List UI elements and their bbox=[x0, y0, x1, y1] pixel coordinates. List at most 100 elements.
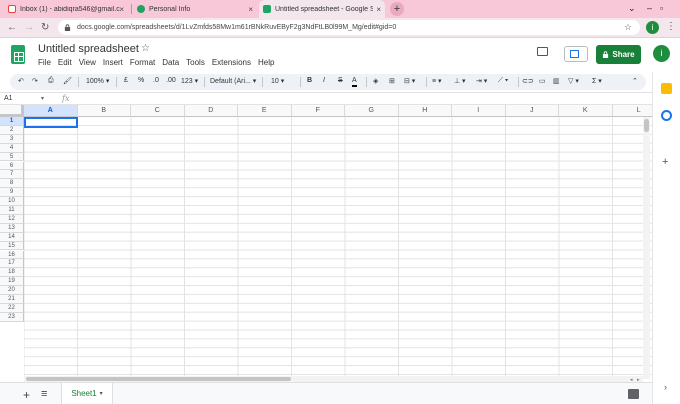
undo-icon[interactable]: ↶ bbox=[18, 77, 24, 85]
column-header[interactable]: E bbox=[238, 105, 292, 117]
menu-format[interactable]: Format bbox=[130, 58, 155, 67]
strikethrough-button[interactable]: S bbox=[338, 77, 343, 84]
maximize-icon[interactable]: ▫ bbox=[660, 3, 663, 13]
meet-present-button[interactable] bbox=[564, 46, 588, 62]
spreadsheet-grid[interactable]: ABCDEFGHIJKL 1 2 3 4 5 6 7 8 9 10 11 12 13 14 15 16 17 18… bbox=[0, 105, 652, 378]
cell-area[interactable] bbox=[24, 117, 652, 378]
selected-cell[interactable] bbox=[24, 117, 78, 128]
bold-button[interactable]: B bbox=[307, 77, 312, 84]
add-sheet-button[interactable]: + bbox=[23, 388, 30, 402]
column-header[interactable]: J bbox=[505, 105, 559, 117]
expand-panel-icon[interactable]: › bbox=[664, 382, 667, 392]
row-header[interactable]: 20 bbox=[0, 286, 24, 295]
decrease-decimal-button[interactable]: .0 bbox=[153, 77, 159, 84]
row-header[interactable]: 23 bbox=[0, 312, 24, 322]
row-header[interactable]: 5 bbox=[0, 152, 24, 162]
print-icon[interactable]: ⎙ bbox=[48, 77, 54, 85]
italic-button[interactable]: I bbox=[323, 77, 325, 84]
close-icon[interactable]: × bbox=[119, 5, 124, 14]
reload-icon[interactable]: ↻ bbox=[41, 22, 49, 33]
menu-file[interactable]: File bbox=[38, 58, 51, 67]
filter-icon[interactable]: ▽ ▾ bbox=[568, 77, 579, 85]
row-header[interactable]: 11 bbox=[0, 206, 24, 215]
tab-search-icon[interactable]: ⌄ bbox=[628, 3, 636, 14]
fill-color-icon[interactable]: ◈ bbox=[373, 77, 378, 85]
vertical-scrollbar[interactable] bbox=[643, 117, 650, 379]
browser-profile-avatar[interactable]: i bbox=[646, 21, 659, 34]
horizontal-align-icon[interactable]: ≡ ▾ bbox=[432, 77, 442, 85]
menu-tools[interactable]: Tools bbox=[186, 58, 205, 67]
browser-menu-icon[interactable]: ⋮ bbox=[666, 21, 676, 32]
column-header[interactable]: H bbox=[398, 105, 452, 117]
vertical-align-icon[interactable]: ⊥ ▾ bbox=[454, 77, 466, 85]
tasks-icon[interactable] bbox=[661, 110, 672, 121]
row-header[interactable]: 16 bbox=[0, 250, 24, 260]
url-bar[interactable]: docs.google.com/spreadsheets/d/1LvZmfds5… bbox=[58, 20, 640, 35]
browser-tab-gmail[interactable]: Inbox (1) - abidiqra546@gmail.c × bbox=[4, 0, 128, 18]
column-header[interactable]: B bbox=[77, 105, 131, 117]
row-header[interactable]: 15 bbox=[0, 241, 24, 251]
menu-extensions[interactable]: Extensions bbox=[212, 58, 251, 67]
insert-link-icon[interactable]: ⊂⊃ bbox=[522, 77, 534, 85]
percent-button[interactable]: % bbox=[138, 77, 144, 84]
back-icon[interactable]: ← bbox=[7, 22, 17, 33]
comments-icon[interactable] bbox=[537, 47, 548, 56]
row-header[interactable]: 6 bbox=[0, 161, 24, 171]
sheets-logo-icon[interactable] bbox=[11, 45, 25, 64]
row-header[interactable]: 3 bbox=[0, 134, 24, 144]
redo-icon[interactable]: ↷ bbox=[32, 77, 38, 85]
currency-button[interactable]: £ bbox=[124, 77, 128, 84]
menu-data[interactable]: Data bbox=[162, 58, 179, 67]
menu-edit[interactable]: Edit bbox=[58, 58, 72, 67]
forward-icon[interactable]: → bbox=[24, 22, 34, 33]
share-button[interactable]: Share bbox=[596, 45, 641, 64]
more-formats-select[interactable]: 123 ▾ bbox=[181, 77, 198, 85]
row-header[interactable]: 22 bbox=[0, 303, 24, 313]
text-color-button[interactable]: A bbox=[352, 77, 357, 87]
browser-tab-spreadsheet[interactable]: Untitled spreadsheet - Google Sh × bbox=[259, 0, 385, 18]
row-header[interactable]: 21 bbox=[0, 295, 24, 304]
paint-format-icon[interactable]: 🖌 bbox=[63, 77, 72, 85]
close-icon[interactable]: × bbox=[248, 5, 253, 14]
font-size-select[interactable]: 10 ▾ bbox=[271, 77, 284, 85]
column-header[interactable]: K bbox=[559, 105, 613, 117]
all-sheets-icon[interactable]: ≡ bbox=[41, 388, 47, 400]
row-header[interactable]: 12 bbox=[0, 214, 24, 224]
row-header[interactable]: 9 bbox=[0, 188, 24, 198]
add-on-icon[interactable]: + bbox=[662, 156, 668, 168]
text-rotation-icon[interactable]: ⟋ ▾ bbox=[498, 77, 508, 85]
row-header[interactable]: 10 bbox=[0, 197, 24, 206]
column-header[interactable]: L bbox=[612, 105, 652, 117]
column-header[interactable]: C bbox=[131, 105, 185, 117]
close-icon[interactable]: × bbox=[376, 5, 381, 14]
column-header[interactable]: G bbox=[345, 105, 399, 117]
bookmark-star-icon[interactable]: ☆ bbox=[624, 22, 632, 33]
explore-icon[interactable] bbox=[628, 389, 639, 399]
font-select[interactable]: Default (Ari... ▾ bbox=[210, 77, 256, 85]
row-header[interactable]: 17 bbox=[0, 259, 24, 269]
zoom-select[interactable]: 100% ▾ bbox=[86, 77, 109, 85]
minimize-icon[interactable]: – bbox=[647, 3, 652, 13]
vertical-scroll-thumb[interactable] bbox=[644, 119, 649, 132]
row-header[interactable]: 18 bbox=[0, 268, 24, 278]
column-header[interactable]: A bbox=[24, 105, 78, 117]
keep-icon[interactable] bbox=[661, 83, 672, 94]
row-header[interactable]: 19 bbox=[0, 277, 24, 287]
document-title[interactable]: Untitled spreadsheet bbox=[38, 43, 139, 55]
name-box[interactable]: A1 bbox=[4, 95, 13, 102]
row-header[interactable]: 14 bbox=[0, 232, 24, 242]
row-header[interactable]: 13 bbox=[0, 223, 24, 233]
horizontal-scroll-thumb[interactable] bbox=[26, 377, 291, 381]
column-header[interactable]: I bbox=[452, 105, 506, 117]
column-header[interactable]: D bbox=[184, 105, 238, 117]
merge-cells-icon[interactable]: ⊟ ▾ bbox=[404, 77, 415, 85]
row-header[interactable]: 1 bbox=[0, 117, 24, 126]
row-header[interactable]: 2 bbox=[0, 125, 24, 135]
row-header[interactable]: 4 bbox=[0, 143, 24, 153]
insert-chart-icon[interactable]: ▥ bbox=[553, 77, 560, 85]
increase-decimal-button[interactable]: .00 bbox=[166, 77, 176, 84]
name-box-dropdown-icon[interactable]: ▾ bbox=[41, 95, 44, 102]
star-icon[interactable]: ☆ bbox=[141, 43, 150, 54]
insert-comment-icon[interactable]: ▭ bbox=[539, 77, 546, 85]
row-header[interactable]: 8 bbox=[0, 179, 24, 189]
